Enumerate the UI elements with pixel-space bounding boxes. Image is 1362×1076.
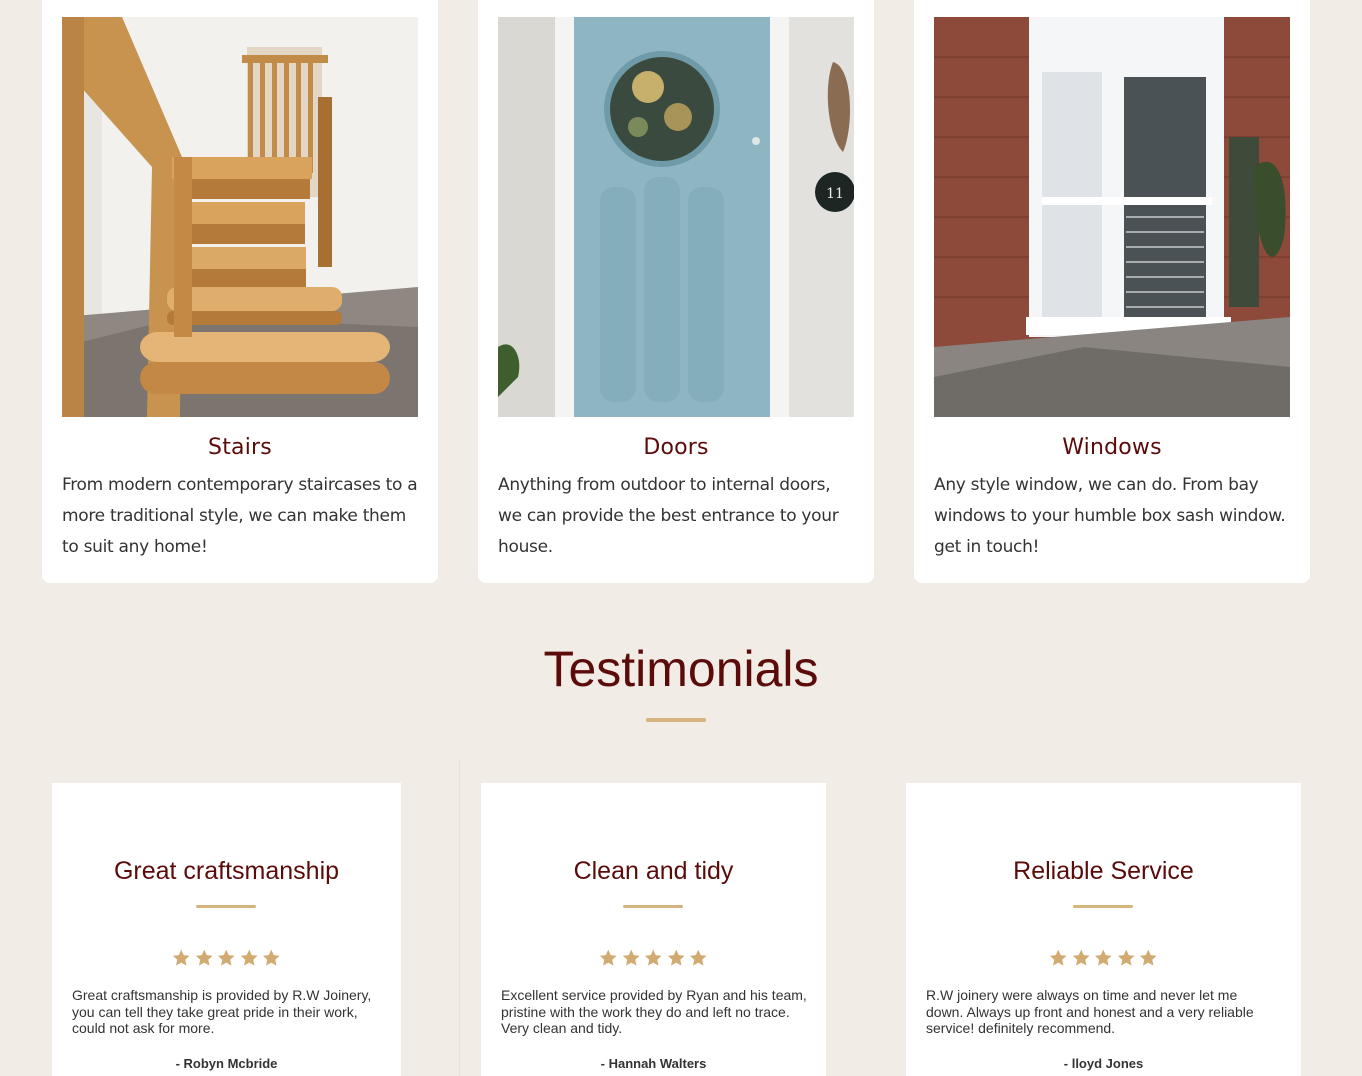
- testimonial-title: Clean and tidy: [573, 857, 734, 885]
- service-description: Anything from outdoor to internal doors,…: [498, 475, 839, 557]
- service-card-doors: 11 Doors Anything from outdoor to intern…: [478, 0, 874, 583]
- star-icon: [195, 949, 213, 966]
- testimonials-heading: Testimonials: [543, 641, 819, 697]
- testimonial-text: R.W joinery were always on time and neve…: [926, 987, 1254, 1036]
- star-icon: [1094, 949, 1112, 966]
- star-icon: [172, 949, 190, 966]
- star-icon: [644, 949, 662, 966]
- star-rating: [1048, 948, 1159, 968]
- testimonial-underline: [196, 905, 256, 908]
- service-title: Stairs: [208, 435, 272, 460]
- star-icon: [1049, 949, 1067, 966]
- testimonial-underline: [623, 905, 683, 908]
- star-icon: [1072, 949, 1090, 966]
- service-description: Any style window, we can do. From bay wi…: [934, 475, 1286, 557]
- bay-window-photo: [934, 17, 1290, 417]
- service-title: Windows: [1062, 435, 1162, 460]
- heading-underline: [646, 718, 706, 722]
- star-icon: [217, 949, 235, 966]
- service-card-windows: Windows Any style window, we can do. Fro…: [914, 0, 1310, 583]
- testimonial-author: - lloyd Jones: [1063, 1056, 1144, 1071]
- star-rating: [598, 948, 709, 968]
- star-icon: [667, 949, 685, 966]
- star-icon: [622, 949, 640, 966]
- service-card-stairs: Stairs From modern contemporary staircas…: [42, 0, 438, 583]
- star-icon: [1139, 949, 1157, 966]
- star-icon: [599, 949, 617, 966]
- testimonial-title: Great craftsmanship: [113, 857, 340, 885]
- staircase-photo: [62, 17, 418, 417]
- testimonial-underline: [1073, 905, 1133, 908]
- star-icon: [240, 949, 258, 966]
- door-photo: 11: [498, 17, 854, 417]
- testimonial-text: Great craftsmanship is provided by R.W J…: [72, 987, 372, 1036]
- service-title: Doors: [643, 435, 709, 460]
- star-icon: [262, 949, 280, 966]
- testimonial-text: Excellent service provided by Ryan and h…: [501, 987, 807, 1036]
- star-icon: [689, 949, 707, 966]
- testimonial-author: - Hannah Walters: [600, 1056, 707, 1071]
- testimonial-title: Reliable Service: [1013, 857, 1194, 885]
- column-divider: [459, 760, 460, 1076]
- service-description: From modern contemporary staircases to a…: [62, 475, 418, 557]
- testimonial-author: - Robyn Mcbride: [175, 1056, 278, 1071]
- svg-text:11: 11: [826, 186, 844, 202]
- star-icon: [1117, 949, 1135, 966]
- star-rating: [171, 948, 282, 968]
